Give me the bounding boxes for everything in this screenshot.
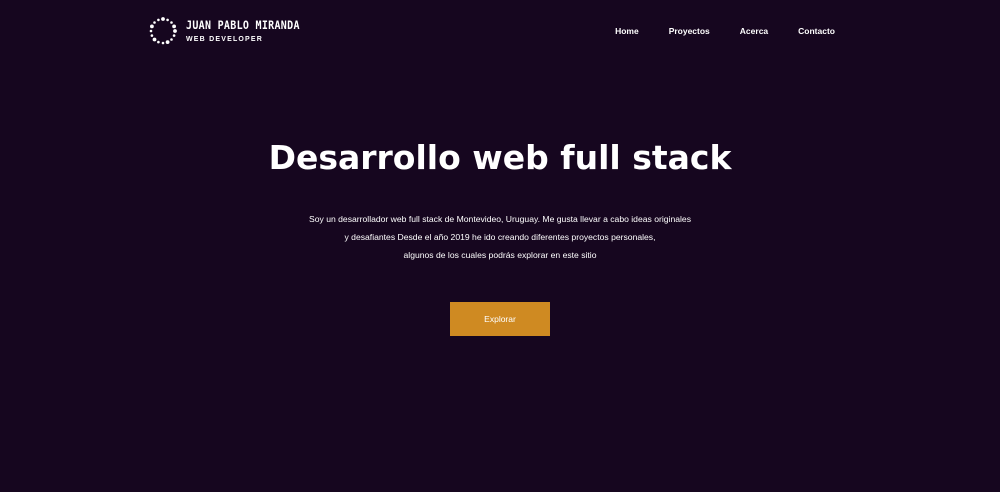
logo-dot — [153, 21, 156, 24]
logo-dot — [157, 18, 160, 22]
site-header: JUAN PABLO MIRANDA WEB DEVELOPER Home Pr… — [0, 0, 1000, 64]
logo-link[interactable]: JUAN PABLO MIRANDA WEB DEVELOPER — [148, 16, 300, 46]
logo-dot — [173, 29, 177, 33]
logo-role: WEB DEVELOPER — [186, 35, 264, 43]
logo-dot — [150, 24, 154, 29]
logo-name: JUAN PABLO MIRANDA — [186, 19, 300, 32]
hero-description-line: algunos de los cuales podrás explorar en… — [403, 250, 597, 260]
logo-dot — [170, 21, 173, 24]
logo-dot — [172, 24, 176, 29]
nav-acerca-link[interactable]: Acerca — [740, 26, 768, 36]
logo-dot — [172, 34, 176, 37]
logo-dot — [149, 29, 153, 33]
nav-contacto-link[interactable]: Contacto — [798, 26, 835, 36]
nav-proyectos-link[interactable]: Proyectos — [669, 26, 710, 36]
logo-dot — [161, 17, 165, 21]
dotted-circle-logo-icon — [149, 17, 177, 45]
logo-dot — [157, 40, 160, 44]
main-nav: Home Proyectos Acerca Contacto — [615, 26, 835, 36]
logo-dot — [170, 38, 173, 41]
logo-dot — [150, 34, 154, 37]
logo-text: JUAN PABLO MIRANDA WEB DEVELOPER — [186, 20, 300, 43]
page: JUAN PABLO MIRANDA WEB DEVELOPER Home Pr… — [0, 0, 1000, 492]
logo-dot — [161, 41, 165, 45]
hero-description: Soy un desarrollador web full stack de M… — [0, 210, 1000, 264]
logo-dot — [166, 18, 169, 22]
explorar-button[interactable]: Explorar — [450, 302, 550, 336]
hero-description-line: Soy un desarrollador web full stack de M… — [309, 214, 691, 224]
logo-dot — [152, 37, 157, 42]
nav-home-link[interactable]: Home — [615, 26, 639, 36]
hero-description-line: y desafiantes Desde el año 2019 he ido c… — [344, 232, 656, 242]
logo-dot — [165, 40, 170, 44]
hero-title: Desarrollo web full stack — [268, 138, 732, 177]
